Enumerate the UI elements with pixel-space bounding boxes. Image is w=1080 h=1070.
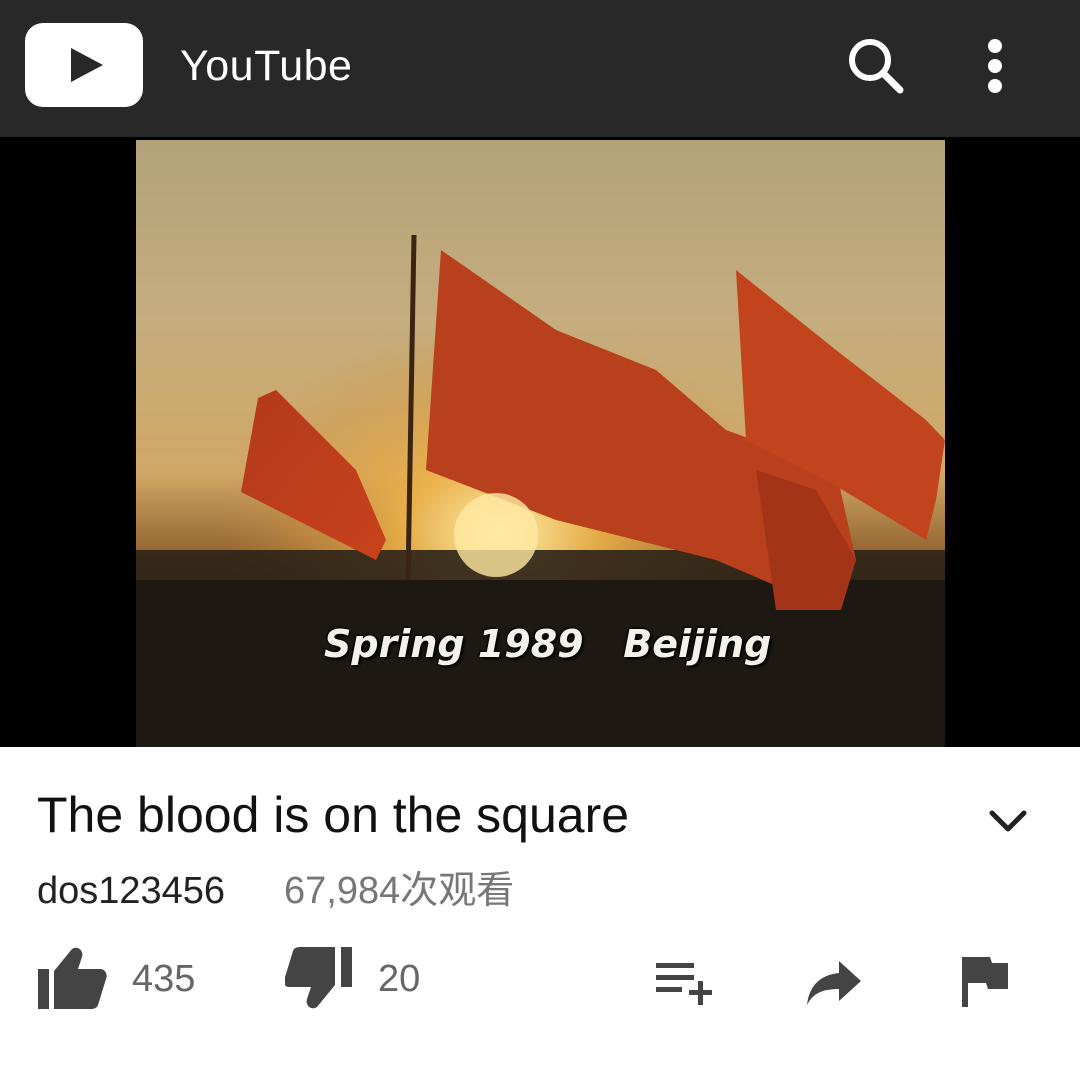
- expand-description-button[interactable]: [984, 797, 1032, 845]
- video-player[interactable]: Spring 1989 Beijing: [0, 137, 1080, 747]
- search-button[interactable]: [845, 36, 907, 98]
- add-to-playlist-button[interactable]: [656, 947, 720, 1017]
- overflow-menu-button[interactable]: [970, 36, 1020, 98]
- video-title: The blood is on the square: [37, 787, 630, 843]
- more-vert-icon: [988, 39, 1002, 93]
- video-frame[interactable]: Spring 1989 Beijing: [136, 140, 945, 747]
- like-count: 435: [132, 958, 196, 1000]
- chevron-down-icon: [989, 810, 1027, 832]
- dislike-button[interactable]: [285, 947, 355, 1017]
- playlist-add-icon: [656, 963, 712, 1005]
- youtube-logo[interactable]: [25, 23, 143, 107]
- thumb-up-icon: [38, 947, 107, 1009]
- flag-icon: [962, 957, 1008, 1007]
- video-info: The blood is on the square dos123456 67,…: [0, 747, 1080, 1070]
- share-button[interactable]: [805, 947, 865, 1017]
- report-button[interactable]: [960, 947, 1012, 1017]
- share-icon: [807, 961, 861, 1005]
- search-icon: [849, 39, 904, 94]
- dislike-count: 20: [378, 958, 421, 1000]
- app-bar: YouTube: [0, 0, 1080, 137]
- youtube-play-icon: [71, 48, 103, 82]
- like-button[interactable]: [38, 947, 108, 1017]
- app-title: YouTube: [180, 42, 353, 90]
- video-caption: Spring 1989 Beijing: [324, 622, 772, 666]
- thumb-down-icon: [285, 947, 352, 1009]
- channel-name[interactable]: dos123456: [37, 867, 225, 915]
- view-count: 67,984次观看: [284, 870, 515, 912]
